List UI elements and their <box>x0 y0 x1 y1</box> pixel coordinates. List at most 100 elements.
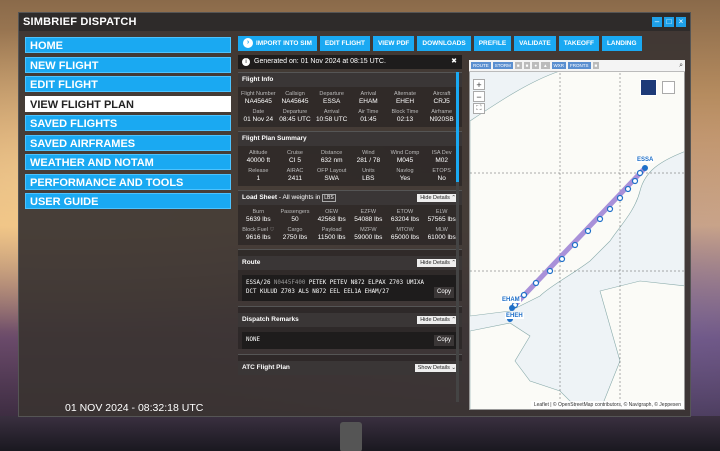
nav-saved-flights[interactable]: SAVED FLIGHTS <box>25 115 231 131</box>
window-title: SIMBRIEF DISPATCH <box>23 16 137 28</box>
ls-mtow: MTOW 65000 lbs <box>390 227 420 241</box>
zoom-in-button[interactable]: + <box>473 79 485 90</box>
prefile-button[interactable]: PREFILE <box>473 35 512 51</box>
cockpit-stick <box>340 422 362 451</box>
wxr-layer-toggle[interactable]: WXR <box>551 62 567 69</box>
nav-saved-airframes[interactable]: SAVED AIRFRAMES <box>25 134 231 151</box>
storm-layer-toggle[interactable]: STORM <box>492 62 513 69</box>
maximize-button[interactable]: □ <box>664 17 674 27</box>
hide-details-button[interactable]: Hide Details ⌃ <box>417 259 459 267</box>
downloads-button[interactable]: DOWNLOADS <box>417 35 471 51</box>
remarks-text: NONE Copy <box>242 332 458 349</box>
fi-block-time: Block Time 02:13 <box>391 109 419 123</box>
copy-route-button[interactable]: Copy <box>433 287 454 298</box>
fi-arrival: Arrival EHAM <box>358 91 378 105</box>
fi-alternate: Alternate EHEH <box>393 91 416 105</box>
fronts-layer-toggle[interactable]: FRONTS <box>568 62 591 69</box>
validate-button[interactable]: VALIDATE <box>514 35 556 51</box>
nav-performance-tools[interactable]: PERFORMANCE AND TOOLS <box>25 173 231 190</box>
generated-notice: i Generated on: 01 Nov 2024 at 08:15 UTC.… <box>238 55 462 69</box>
route-map[interactable]: ESSA EHAM EHEH + − ⛶ Leaflet | © OpenStr… <box>469 60 685 410</box>
section-title: Route <box>242 259 261 266</box>
section-title: Dispatch Remarks <box>242 316 299 323</box>
nav-edit-flight[interactable]: EDIT FLIGHT <box>25 76 231 92</box>
layer-toggle[interactable]: ■ <box>523 62 531 69</box>
ls-payload: Payload 11500 lbs <box>317 227 346 241</box>
section-title: Flight Info <box>242 76 274 83</box>
nav-user-guide[interactable]: USER GUIDE <box>25 193 231 209</box>
ls-block-fuel: Block Fuel ♡ 9616 lbs <box>242 227 275 241</box>
layer-toggle[interactable]: ■ <box>514 62 522 69</box>
ls-etow: ETOW 63204 lbs <box>390 209 420 223</box>
sum-distance: Distance 632 nm <box>320 150 343 164</box>
landing-button[interactable]: LANDING <box>601 35 642 51</box>
fi-date: Date 01 Nov 24 <box>243 109 274 123</box>
plan-scroll-area[interactable]: Flight Info Flight Number NA45645 Callsig… <box>238 72 462 424</box>
import-label: IMPORT INTO SIM <box>256 39 312 47</box>
ls-elw: ELW 57565 lbs <box>427 209 456 223</box>
eham-label: EHAM <box>501 297 521 303</box>
sum-units: Units LBS <box>362 168 375 182</box>
sum-etops: ETOPS No <box>432 168 451 182</box>
map-attribution: Leaflet | © OpenStreetMap contributors, … <box>530 401 684 409</box>
fi-departure-time: Departure 08:45 UTC <box>279 109 311 123</box>
flight-info-section: Flight Info Flight Number NA45645 Callsig… <box>238 72 462 127</box>
fi-flight-number: Flight Number NA45645 <box>241 91 276 105</box>
fi-airframe: Airframe N920SB <box>429 109 454 123</box>
ls-oew: OEW 42568 lbs <box>317 209 346 223</box>
ls-ezfw: EZFW 54088 lbs <box>354 209 383 223</box>
weight-unit-badge[interactable]: LBS <box>322 194 336 202</box>
import-into-sim-button[interactable]: › IMPORT INTO SIM <box>238 35 317 51</box>
zoom-out-button[interactable]: − <box>473 91 485 102</box>
section-title: Flight Plan Summary <box>242 135 307 142</box>
view-pdf-button[interactable]: VIEW PDF <box>372 35 415 51</box>
search-icon[interactable]: ⌕ <box>679 62 683 69</box>
panel-scroll-thumb[interactable] <box>456 72 459 182</box>
flight-plan-panel: › IMPORT INTO SIM EDIT FLIGHT VIEW PDF DO… <box>238 35 642 418</box>
fullscreen-icon[interactable]: ⛶ <box>473 103 485 114</box>
eheh-label: EHEH <box>505 313 524 319</box>
nav-home[interactable]: HOME <box>25 37 231 53</box>
notice-text: Generated on: 01 Nov 2024 at 08:15 UTC. <box>254 58 386 65</box>
sum-cruise: Cruise CI 5 <box>287 150 303 164</box>
ls-cargo: Cargo 2750 lbs <box>282 227 308 241</box>
heart-icon[interactable]: ♡ <box>269 227 274 233</box>
load-sheet-section: Load Sheet - All weights in LBS Hide Det… <box>238 190 462 245</box>
utc-clock: 01 NOV 2024 - 08:32:18 UTC <box>65 402 204 414</box>
nav-weather-notam[interactable]: WEATHER AND NOTAM <box>25 154 231 170</box>
flight-plan-summary-section: Flight Plan Summary Altitude 40000 ft Cru… <box>238 131 462 186</box>
ls-mzfw: MZFW 59000 lbs <box>354 227 383 241</box>
atc-flight-plan-section: ATC Flight Plan Show Details ⌄ <box>238 354 462 375</box>
layers-icon[interactable] <box>662 81 675 94</box>
show-details-button[interactable]: Show Details ⌄ <box>414 364 459 372</box>
fi-departure: Departure ESSA <box>319 91 344 105</box>
section-title: Load Sheet <box>242 194 278 201</box>
route-section: Route Hide Details ⌃ ESSA/26 N0445F400 P… <box>238 249 462 301</box>
route-layer-toggle[interactable]: ROUTE <box>471 62 491 69</box>
land-continent <box>470 322 579 409</box>
info-icon: i <box>242 58 250 66</box>
close-notice-icon[interactable]: ✖ <box>451 55 457 69</box>
toolbar: › IMPORT INTO SIM EDIT FLIGHT VIEW PDF DO… <box>238 35 688 51</box>
sum-navlog: Navlog Yes <box>396 168 414 182</box>
sum-release: Release 1 <box>248 168 269 182</box>
copy-remarks-button[interactable]: Copy <box>433 335 454 346</box>
map-toolbar: ROUTE STORM ■ ■ ● ▲ WXR FRONTS ■ ⌕ <box>469 60 685 72</box>
nav-new-flight[interactable]: NEW FLIGHT <box>25 56 231 73</box>
layer-toggle[interactable]: ▲ <box>541 62 550 69</box>
loadsheet-subtitle: - All weights in <box>278 194 321 201</box>
fi-aircraft: Aircraft CRJ5 <box>432 91 451 105</box>
hide-details-button[interactable]: Hide Details ⌃ <box>417 194 459 202</box>
sum-altitude: Altitude 40000 ft <box>246 150 271 164</box>
close-button[interactable]: × <box>676 17 686 27</box>
minimize-button[interactable]: – <box>652 17 662 27</box>
takeoff-button[interactable]: TAKEOFF <box>558 35 599 51</box>
chart-layer-icon[interactable] <box>640 79 657 96</box>
layer-toggle[interactable]: ■ <box>592 62 600 69</box>
title-bar: SIMBRIEF DISPATCH – □ × <box>19 13 690 31</box>
layer-toggle[interactable]: ● <box>532 62 540 69</box>
nav-view-flight-plan[interactable]: VIEW FLIGHT PLAN <box>25 95 231 112</box>
hide-details-button[interactable]: Hide Details ⌃ <box>417 316 459 324</box>
edit-flight-button[interactable]: EDIT FLIGHT <box>319 35 370 51</box>
flight-info-grid: Flight Number NA45645 Callsign NA45645 Dep… <box>238 87 462 127</box>
